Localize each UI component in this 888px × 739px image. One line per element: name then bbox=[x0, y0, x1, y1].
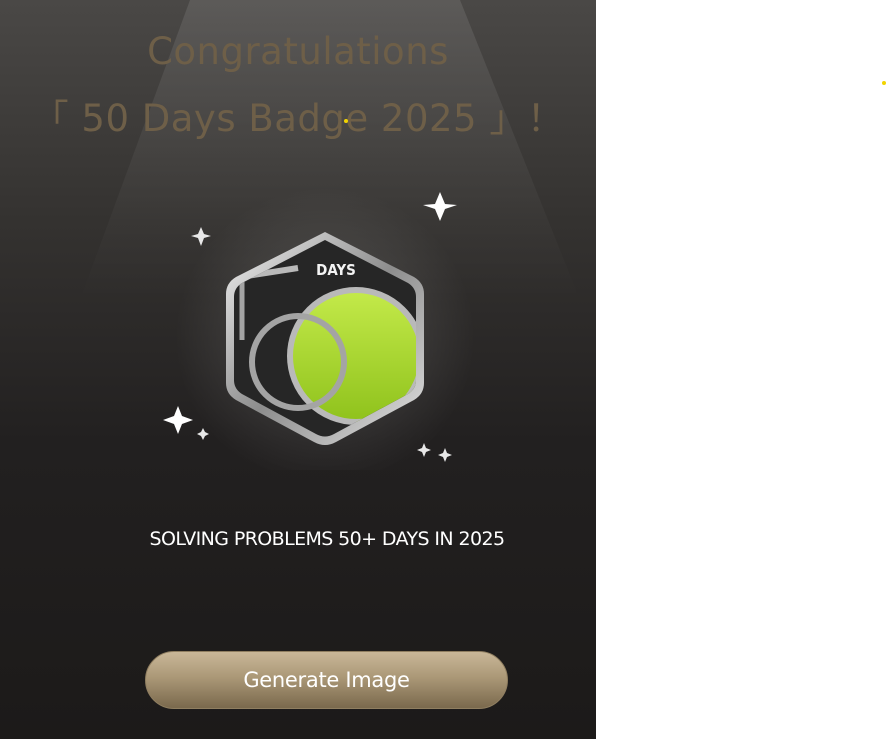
badge-description: SOLVING PROBLEMS 50+ DAYS IN 2025 bbox=[149, 528, 506, 550]
generate-image-button[interactable]: Generate Image bbox=[145, 651, 508, 709]
badge-illustration: DAYS bbox=[150, 180, 480, 487]
page: Congratulations 「 50 Days Badge 2025 」！ bbox=[0, 0, 888, 739]
badge-name-title: 「 50 Days Badge 2025 」！ bbox=[31, 97, 565, 140]
badge-days-label: DAYS bbox=[316, 261, 356, 279]
cursor-dot bbox=[344, 119, 348, 123]
congratulations-title: Congratulations bbox=[147, 30, 449, 73]
cursor-dot bbox=[882, 81, 886, 85]
badge-celebration-modal: Congratulations 「 50 Days Badge 2025 」！ bbox=[0, 0, 596, 739]
